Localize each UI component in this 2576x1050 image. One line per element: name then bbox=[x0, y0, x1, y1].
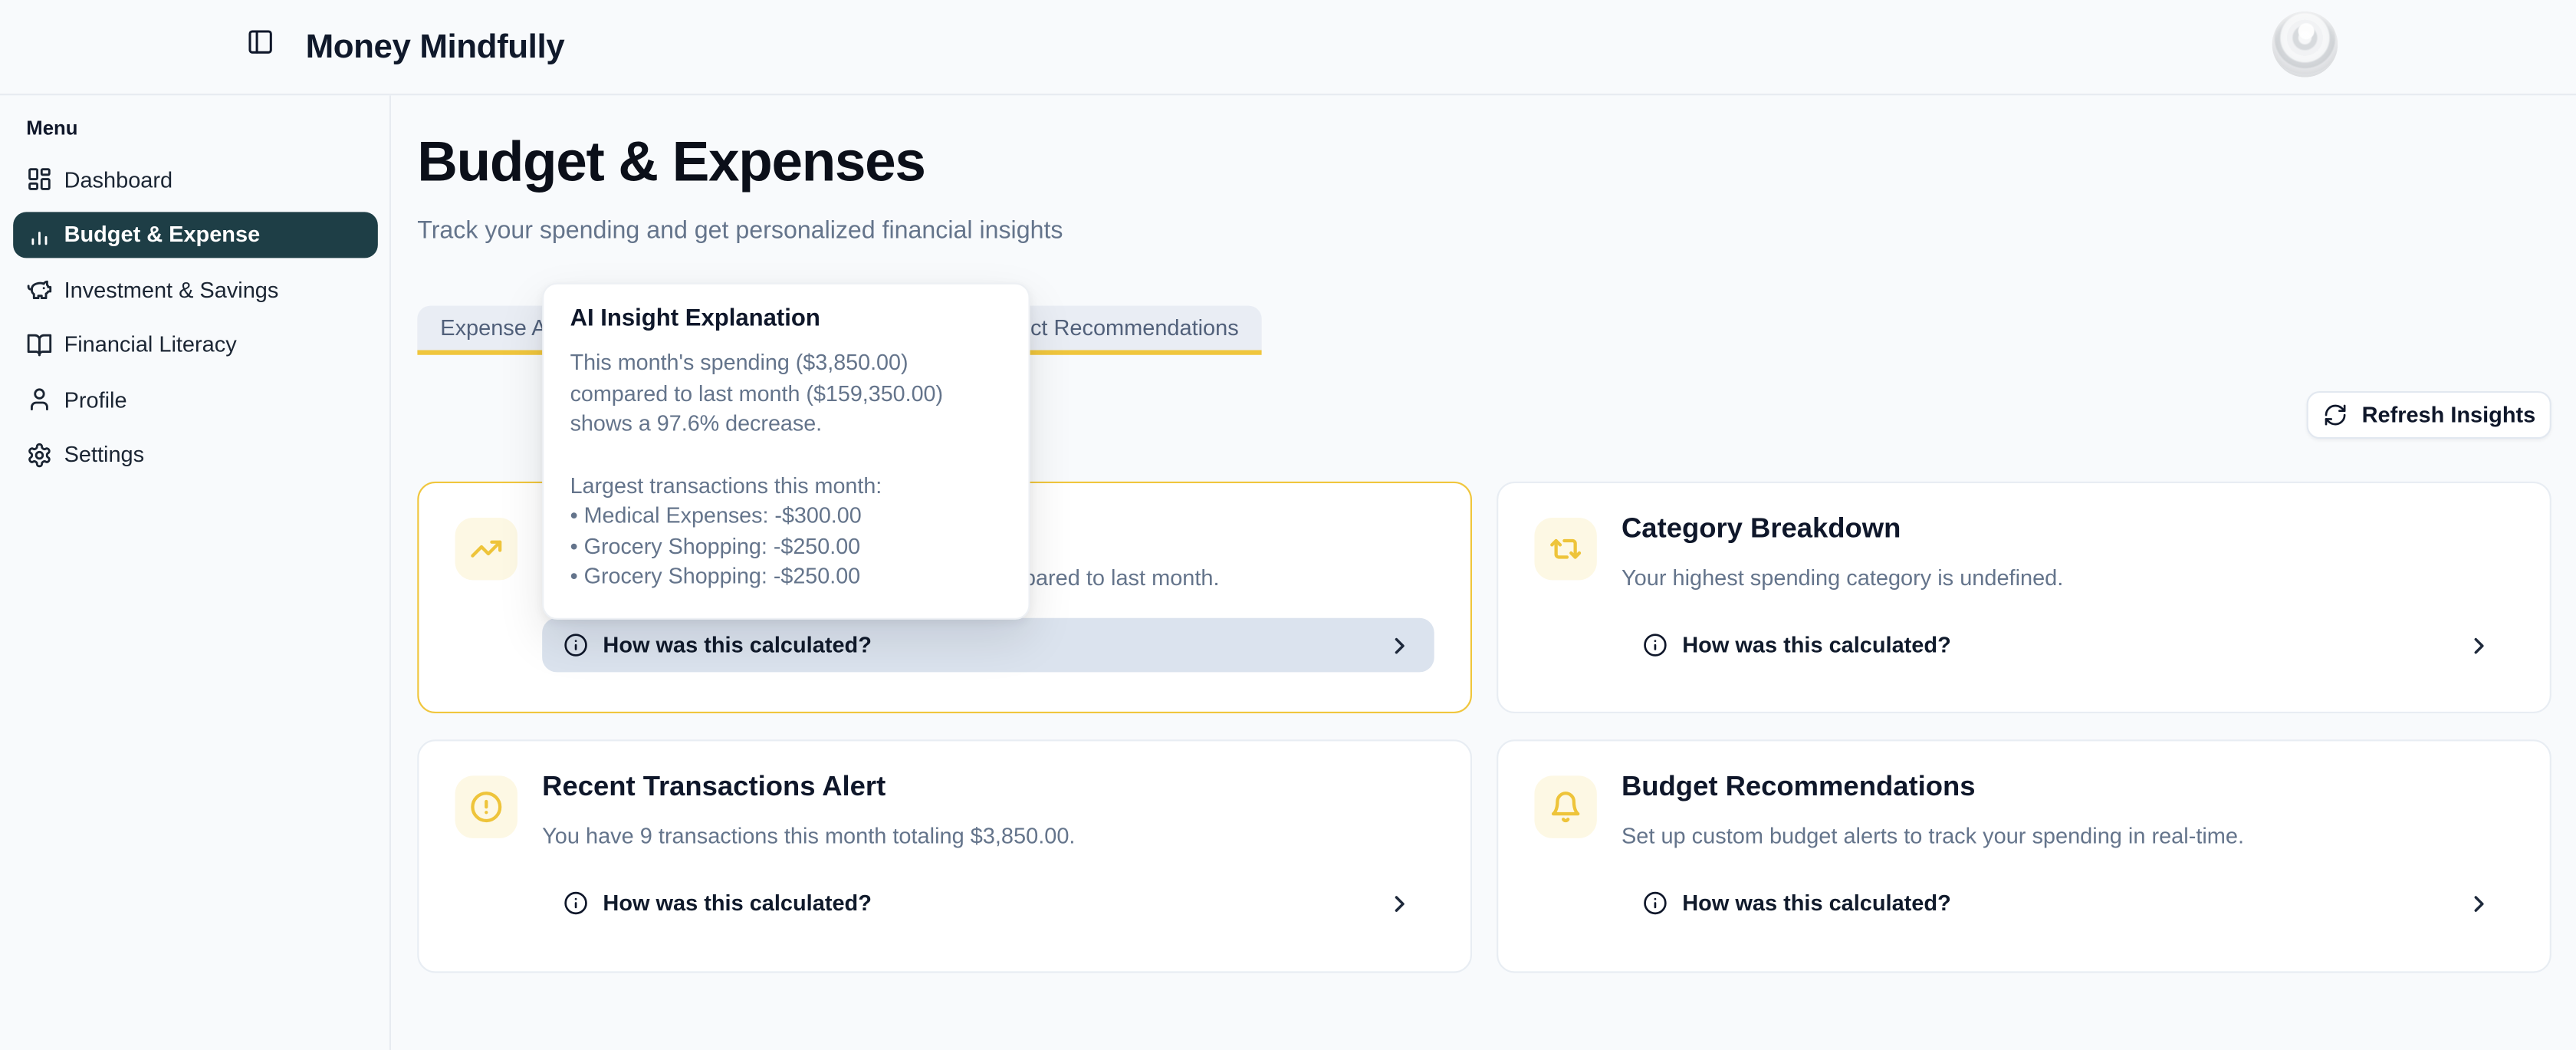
sidebar-item-financial-literacy[interactable]: Financial Literacy bbox=[13, 321, 378, 367]
user-icon bbox=[26, 387, 52, 413]
chevron-right-icon bbox=[2466, 632, 2492, 658]
chevron-right-icon bbox=[1387, 632, 1413, 658]
sidebar-item-label: Dashboard bbox=[64, 167, 173, 192]
ai-insight-tooltip: AI Insight Explanation This month's spen… bbox=[542, 283, 1030, 620]
info-icon bbox=[564, 890, 588, 915]
how-calculated-label: How was this calculated? bbox=[1682, 890, 1950, 915]
how-calculated-button[interactable]: How was this calculated? bbox=[1622, 618, 2514, 673]
refresh-icon bbox=[2322, 403, 2347, 427]
sidebar-item-settings[interactable]: Settings bbox=[13, 432, 378, 478]
refresh-insights-label: Refresh Insights bbox=[2362, 403, 2536, 427]
sidebar-item-investment-savings[interactable]: Investment & Savings bbox=[13, 266, 378, 312]
chevron-right-icon bbox=[2466, 890, 2492, 916]
card-description: You have 9 transactions this month total… bbox=[542, 821, 1075, 852]
sidebar-item-label: Settings bbox=[64, 442, 145, 466]
card-title: Budget Recommendations bbox=[1622, 769, 1975, 805]
sidebar-section-label: Menu bbox=[26, 117, 77, 140]
info-icon bbox=[1643, 890, 1668, 915]
refresh-insights-button[interactable]: Refresh Insights bbox=[2307, 391, 2551, 439]
info-icon bbox=[564, 633, 588, 657]
insight-card-budget-recommendations: Budget Recommendations Set up custom bud… bbox=[1497, 739, 2551, 973]
page-title: Budget & Expenses bbox=[417, 131, 925, 196]
sidebar-item-dashboard[interactable]: Dashboard bbox=[13, 156, 378, 202]
tooltip-body: This month's spending ($3,850.00) compar… bbox=[570, 348, 1003, 439]
tooltip-transaction-item: Medical Expenses: -$300.00 bbox=[570, 502, 1003, 532]
alert-circle-icon bbox=[455, 775, 518, 838]
insight-card-category-breakdown: Category Breakdown Your highest spending… bbox=[1497, 482, 2551, 713]
book-open-icon bbox=[26, 331, 52, 357]
trending-up-icon bbox=[455, 518, 518, 580]
dashboard-icon bbox=[26, 166, 52, 192]
app-title: Money Mindfully bbox=[306, 0, 565, 94]
gear-icon bbox=[26, 441, 52, 467]
sidebar-item-label: Budget & Expense bbox=[64, 222, 261, 246]
tooltip-transactions-heading: Largest transactions this month: bbox=[570, 471, 1003, 502]
card-title: Category Breakdown bbox=[1622, 511, 1901, 547]
sidebar-item-label: Profile bbox=[64, 387, 127, 412]
piggy-bank-icon bbox=[26, 276, 52, 302]
how-calculated-label: How was this calculated? bbox=[1682, 633, 1950, 657]
how-calculated-button[interactable]: How was this calculated? bbox=[1622, 876, 2514, 930]
card-description: Set up custom budget alerts to track you… bbox=[1622, 821, 2244, 852]
repeat-icon bbox=[1534, 518, 1596, 580]
sidebar-nav: Dashboard Budget & Expense Investment & … bbox=[13, 156, 378, 487]
tooltip-transaction-item: Grocery Shopping: -$250.00 bbox=[570, 562, 1003, 593]
tooltip-transaction-item: Grocery Shopping: -$250.00 bbox=[570, 532, 1003, 562]
sidebar: Menu Dashboard Budget & Expense Investme… bbox=[0, 95, 391, 1050]
bar-chart-icon bbox=[26, 221, 52, 247]
app-header: Money Mindfully bbox=[0, 0, 2576, 95]
tooltip-title: AI Insight Explanation bbox=[570, 306, 1003, 332]
page-subtitle: Track your spending and get personalized… bbox=[417, 217, 1063, 245]
insight-card-recent-transactions: Recent Transactions Alert You have 9 tra… bbox=[417, 739, 1472, 973]
how-calculated-button[interactable]: How was this calculated? bbox=[542, 876, 1434, 930]
card-title: Recent Transactions Alert bbox=[542, 769, 886, 805]
sidebar-item-profile[interactable]: Profile bbox=[13, 377, 378, 423]
avatar[interactable] bbox=[2272, 12, 2338, 77]
sidebar-item-label: Financial Literacy bbox=[64, 332, 237, 357]
how-calculated-label: How was this calculated? bbox=[603, 890, 871, 915]
sidebar-item-budget-expense[interactable]: Budget & Expense bbox=[13, 211, 378, 257]
how-calculated-label: How was this calculated? bbox=[603, 633, 871, 657]
bell-icon bbox=[1534, 775, 1596, 838]
chevron-right-icon bbox=[1387, 890, 1413, 916]
card-description: Your highest spending category is undefi… bbox=[1622, 564, 2063, 594]
info-icon bbox=[1643, 633, 1668, 657]
how-calculated-button[interactable]: How was this calculated? bbox=[542, 618, 1434, 673]
app-root: Money Mindfully Menu Dashboard Budget & … bbox=[0, 0, 2576, 1050]
sidebar-toggle-icon[interactable] bbox=[246, 28, 274, 55]
sidebar-item-label: Investment & Savings bbox=[64, 277, 279, 301]
